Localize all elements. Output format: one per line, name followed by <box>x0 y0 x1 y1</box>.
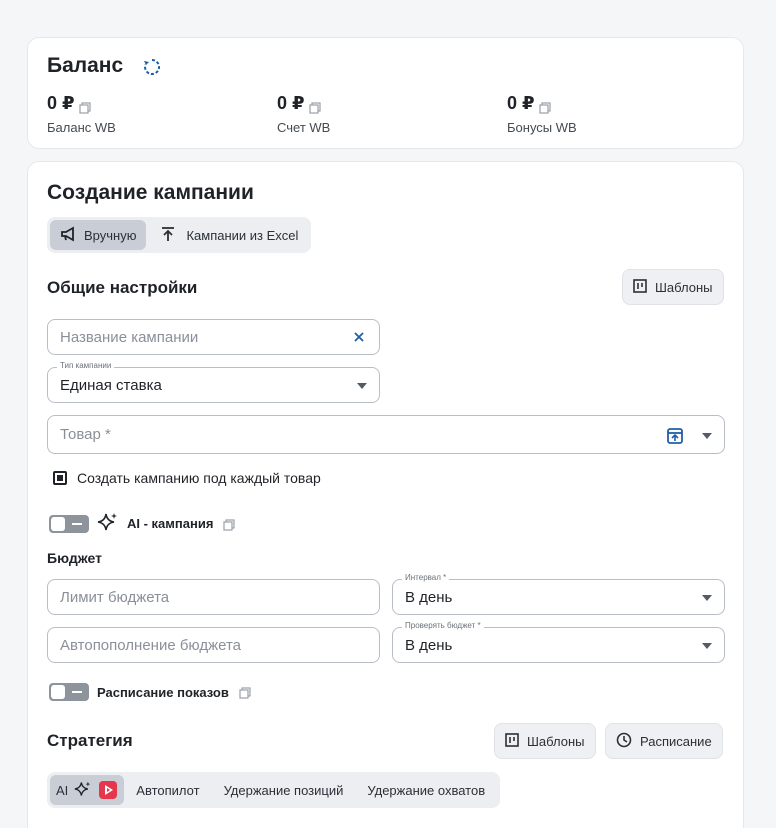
clear-icon[interactable] <box>353 330 365 347</box>
strategy-templates-label: Шаблоны <box>527 733 585 749</box>
interval-legend: Интервал * <box>402 573 450 582</box>
strategy-title: Стратегия <box>47 731 133 750</box>
tab-manual-label: Вручную <box>84 227 137 243</box>
ai-campaign-label: AI - кампания <box>127 516 214 531</box>
tab-ai-label: AI <box>56 782 69 798</box>
clock-icon <box>616 732 632 751</box>
auto-topup-field[interactable]: Автопополнение бюджета <box>47 627 380 663</box>
megaphone-icon <box>60 225 78 245</box>
copy-icon[interactable] <box>223 518 236 531</box>
account-wb: 0 ₽ Счет WB <box>277 93 330 135</box>
campaign-type-legend: Тип кампании <box>57 361 115 370</box>
copy-icon[interactable] <box>78 98 91 114</box>
bonus-wb-value: 0 ₽ <box>507 93 535 113</box>
per-product-checkbox-row[interactable]: Создать кампанию под каждый товар <box>53 470 321 486</box>
toggle-dash <box>72 691 82 693</box>
strategy-templates-button[interactable]: Шаблоны <box>494 723 596 759</box>
tab-hold-reach[interactable]: Удержание охватов <box>355 775 497 805</box>
interval-value: В день <box>405 588 453 606</box>
tab-ai[interactable]: AI <box>50 775 125 805</box>
check-budget-legend: Проверять бюджет * <box>402 621 484 630</box>
strategy-tabs: AI Автопилот Удержание позиций Удержание… <box>47 772 501 808</box>
balance-card: Баланс 0 ₽ Баланс WB 0 ₽ Счет WB 0 ₽ Бон… <box>27 37 744 149</box>
bonus-wb-label: Бонусы WB <box>507 120 577 135</box>
bonus-wb: 0 ₽ Бонусы WB <box>507 93 577 135</box>
account-wb-label: Счет WB <box>277 120 331 135</box>
copy-icon[interactable] <box>308 98 321 114</box>
strategy-schedule-button[interactable]: Расписание <box>605 723 723 759</box>
upload-icon <box>160 226 176 245</box>
tab-autopilot[interactable]: Автопилот <box>124 775 211 805</box>
copy-icon[interactable] <box>538 98 551 114</box>
tab-hold-positions-label: Удержание позиций <box>223 782 344 798</box>
campaign-type-value: Единая ставка <box>60 376 162 394</box>
tab-excel[interactable]: Кампании из Excel <box>146 220 308 250</box>
chevron-down-icon <box>357 383 367 389</box>
create-campaign-title: Создание кампании <box>47 181 254 204</box>
product-field[interactable]: Товар * <box>47 415 725 454</box>
tab-autopilot-label: Автопилот <box>136 782 200 798</box>
budget-limit-placeholder: Лимит бюджета <box>60 588 170 606</box>
toggle-dash <box>72 522 82 525</box>
tab-hold-reach-label: Удержание охватов <box>367 782 486 798</box>
chevron-down-icon[interactable] <box>702 433 712 439</box>
open-product-list-icon[interactable] <box>667 428 683 448</box>
tab-hold-positions[interactable]: Удержание позиций <box>212 775 356 805</box>
budget-title: Бюджет <box>47 550 102 566</box>
product-placeholder: Товар * <box>60 426 111 443</box>
balance-wb-label: Баланс WB <box>47 120 116 135</box>
templates-label: Шаблоны <box>655 279 713 295</box>
check-budget-value: В день <box>405 636 453 654</box>
tab-excel-label: Кампании из Excel <box>186 227 299 243</box>
templates-icon <box>633 278 647 296</box>
general-settings-title: Общие настройки <box>47 278 198 297</box>
schedule-toggle[interactable] <box>49 683 89 701</box>
campaign-name-field[interactable]: Название кампании <box>47 319 380 355</box>
toggle-knob <box>51 685 65 699</box>
auto-topup-placeholder: Автопополнение бюджета <box>60 636 242 654</box>
ai-campaign-row: AI - кампания <box>49 511 236 536</box>
per-product-checkbox-label: Создать кампанию под каждый товар <box>77 470 321 486</box>
budget-limit-field[interactable]: Лимит бюджета <box>47 579 380 615</box>
strategy-schedule-label: Расписание <box>640 733 712 749</box>
check-budget-select[interactable]: Проверять бюджет * В день <box>392 621 725 663</box>
schedule-toggle-label: Расписание показов <box>97 684 229 700</box>
tab-manual[interactable]: Вручную <box>50 220 147 250</box>
templates-button[interactable]: Шаблоны <box>622 269 724 305</box>
ai-campaign-toggle[interactable] <box>49 514 89 533</box>
sparkle-icon <box>74 780 92 801</box>
balance-wb-value: 0 ₽ <box>47 93 75 113</box>
templates-icon <box>505 732 519 750</box>
chevron-down-icon <box>702 643 712 649</box>
campaign-type-select[interactable]: Тип кампании Единая ставка <box>47 361 380 403</box>
video-badge-icon <box>98 780 118 800</box>
toggle-knob <box>51 516 65 531</box>
copy-icon[interactable] <box>239 686 251 699</box>
mode-tabs: Вручную Кампании из Excel <box>47 217 312 253</box>
schedule-row: Расписание показов <box>49 683 251 701</box>
balance-wb: 0 ₽ Баланс WB <box>47 93 116 135</box>
balance-title: Баланс <box>47 54 124 77</box>
interval-select[interactable]: Интервал * В день <box>392 573 725 615</box>
sparkle-icon <box>97 511 119 536</box>
create-campaign-card: Создание кампании Вручную Кампании из Ex… <box>27 161 744 828</box>
refresh-icon[interactable] <box>142 57 162 77</box>
chevron-down-icon <box>702 595 712 601</box>
per-product-checkbox[interactable] <box>53 471 67 485</box>
account-wb-value: 0 ₽ <box>277 93 305 113</box>
campaign-name-placeholder: Название кампании <box>60 328 199 346</box>
